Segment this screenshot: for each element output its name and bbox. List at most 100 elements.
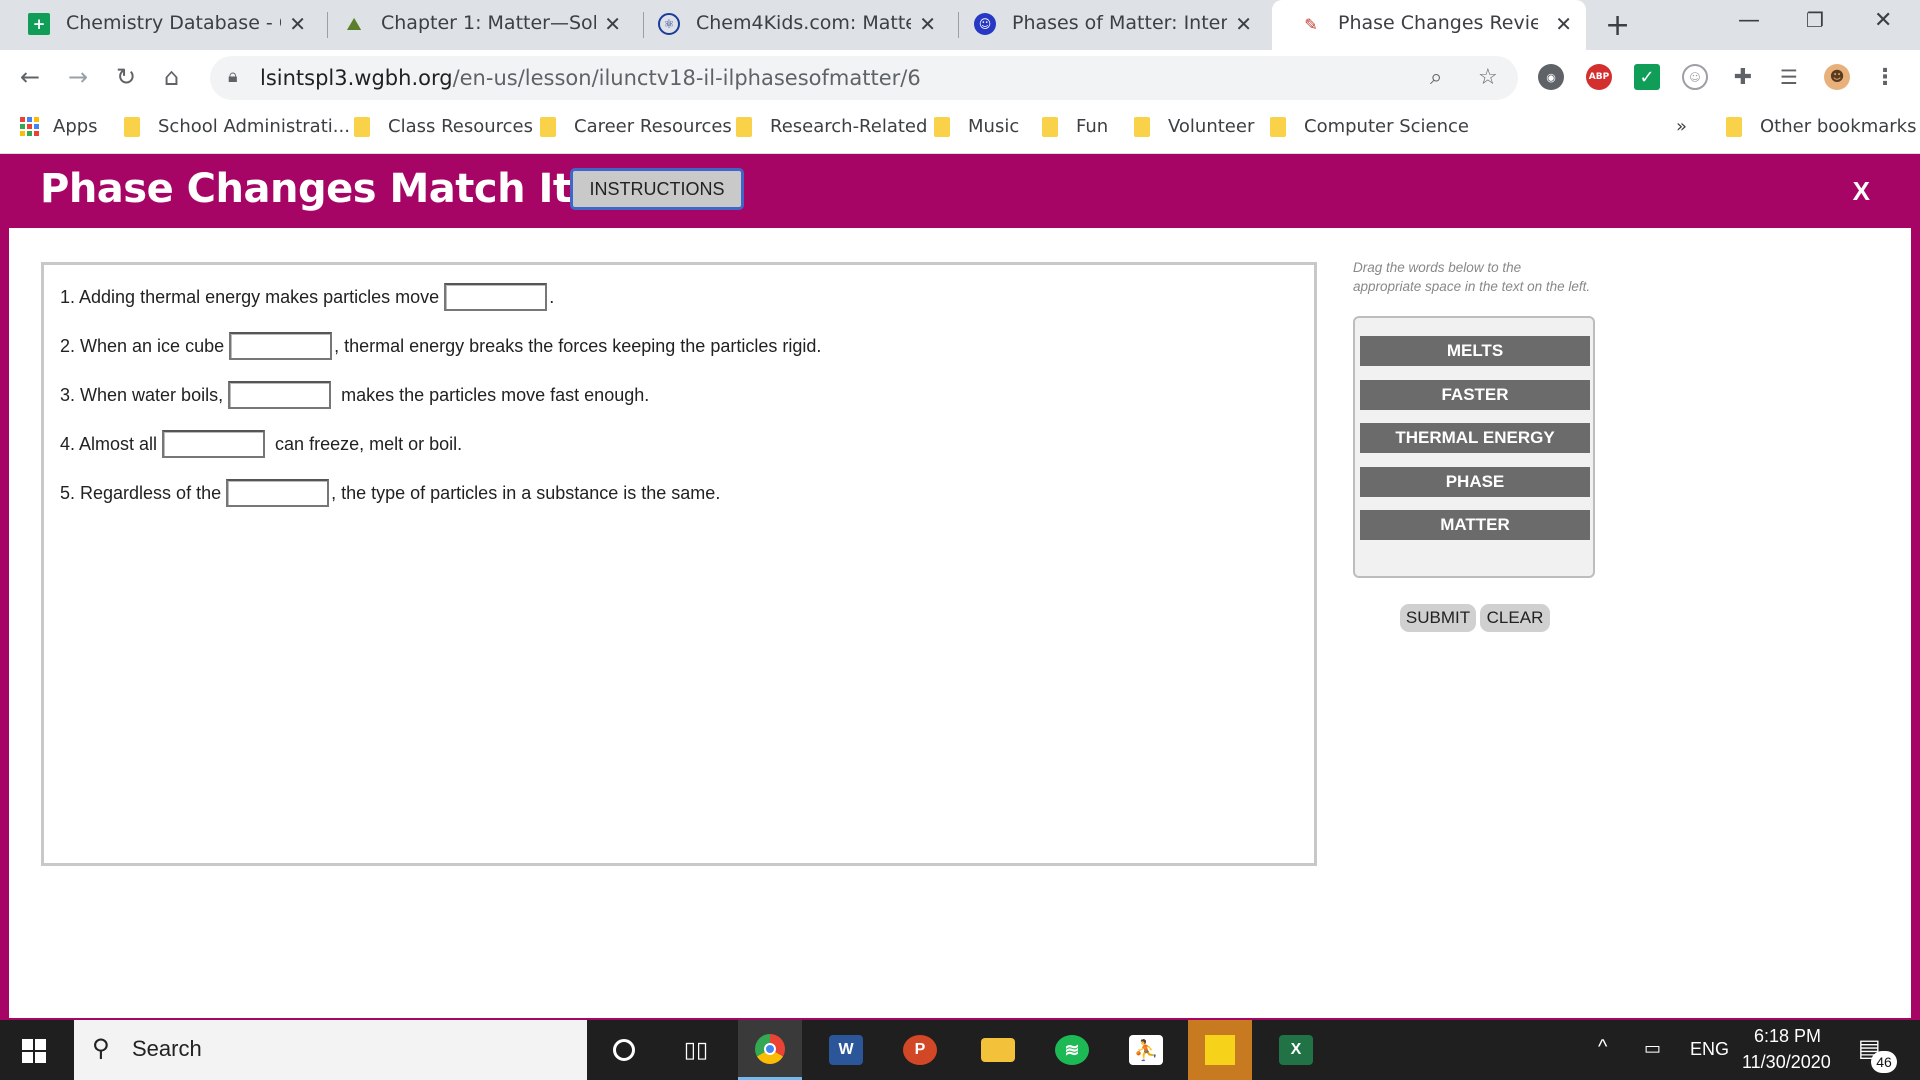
chrome-icon[interactable] [738,1020,802,1080]
drop-blank-4[interactable] [162,430,266,458]
bookmark-folder[interactable]: School Administrati... [124,116,350,137]
bookmark-folder[interactable]: Computer Science [1270,116,1469,137]
bookmark-star-icon[interactable]: ☆ [1478,65,1498,90]
extension-icon[interactable]: ☺ [1682,64,1708,90]
bookmarks-overflow-button[interactable]: » [1676,116,1687,137]
word-tile-thermal-energy[interactable]: THERMAL ENERGY [1360,423,1590,453]
extension-icon[interactable]: ◉ [1538,64,1564,90]
taskbar-search-box[interactable]: ⚲ Search [74,1020,587,1080]
question-text: 2. When an ice cube [60,335,225,356]
bookmarks-bar: Apps School Administrati... Class Resour… [0,106,1920,154]
drop-blank-2[interactable] [229,332,333,360]
folder-icon [540,116,556,137]
drop-blank-3[interactable] [228,381,332,409]
tray-chevron-icon[interactable]: ^ [1598,1036,1607,1059]
chem4kids-icon: ⚛ [658,13,680,35]
kindle-icon[interactable]: ⛹ [1114,1020,1178,1080]
excel-icon[interactable]: X [1264,1020,1328,1080]
bookmark-label: Fun [1076,116,1109,137]
close-icon[interactable]: ✕ [604,12,621,36]
browser-tab-bar: + Chemistry Database - Goog ✕ ⛰ Chapter … [0,0,1920,50]
home-button[interactable]: ⌂ [164,63,179,91]
pbs-icon: ☺ [974,13,996,35]
tab-title: Chapter 1: Matter—Solids, L [381,12,596,34]
word-icon[interactable]: W [814,1020,878,1080]
drop-blank-5[interactable] [226,479,330,507]
address-bar[interactable]: 🔒︎ lsintspl3.wgbh.org/en-us/lesson/ilunc… [210,56,1518,100]
close-icon[interactable]: ✕ [1555,12,1572,36]
word-tile-melts[interactable]: MELTS [1360,336,1590,366]
sticky-notes-icon[interactable] [1188,1020,1252,1080]
tab-chemistry-database[interactable]: + Chemistry Database - Goog ✕ [0,0,320,50]
question-5: 5. Regardless of the , the type of parti… [60,479,720,507]
bookmark-label: Class Resources [388,116,534,137]
notification-count-badge: 46 [1871,1051,1897,1073]
tab-chem4kids[interactable]: ⚛ Chem4Kids.com: Matter: De ✕ [630,0,950,50]
close-window-button[interactable]: ✕ [1874,8,1892,33]
close-icon[interactable]: ✕ [289,12,306,36]
media-control-icon[interactable]: ☰ [1776,64,1802,90]
close-activity-button[interactable]: X [1853,176,1870,207]
task-view-icon[interactable]: ▯▯ [664,1020,728,1080]
menu-icon[interactable]: ⋮ [1872,64,1898,90]
word-tile-phase[interactable]: PHASE [1360,467,1590,497]
profile-avatar[interactable]: ☻ [1824,64,1850,90]
file-explorer-icon[interactable] [966,1020,1030,1080]
url-text: lsintspl3.wgbh.org/en-us/lesson/ilunctv1… [260,66,921,90]
lock-icon: 🔒︎ [228,66,238,87]
submit-button[interactable]: SUBMIT [1400,604,1476,632]
bookmark-folder[interactable]: Career Resources [540,116,732,137]
clock-date[interactable]: 11/30/2020 [1742,1052,1831,1073]
close-icon[interactable]: ✕ [1235,12,1252,36]
spotify-icon[interactable]: ≋ [1040,1020,1104,1080]
back-button[interactable]: ← [20,63,40,91]
extensions-puzzle-icon[interactable]: ✚ [1730,64,1756,90]
battery-icon[interactable]: ▭ [1644,1038,1661,1059]
cortana-icon[interactable] [592,1020,656,1080]
new-tab-button[interactable]: + [1605,8,1630,43]
bookmark-label: Volunteer [1168,116,1255,137]
match-it-activity: Phase Changes Match It INSTRUCTIONS X 1.… [0,154,1920,1020]
adblock-icon[interactable]: ABP [1586,64,1612,90]
word-tile-matter[interactable]: MATTER [1360,510,1590,540]
bookmark-folder[interactable]: Research-Related [736,116,927,137]
reload-button[interactable]: ↻ [116,63,136,91]
zoom-icon[interactable]: ⌕ [1430,65,1442,90]
other-bookmarks[interactable]: Other bookmarks [1726,116,1916,137]
folder-icon [736,116,752,137]
bookmark-folder[interactable]: Music [934,116,1019,137]
bookmark-folder[interactable]: Class Resources [354,116,533,137]
question-text: 5. Regardless of the [60,482,222,503]
tab-title: Chem4Kids.com: Matter: De [696,12,911,34]
folder-icon [1726,116,1742,137]
question-text: , the type of particles in a substance i… [331,482,721,503]
instructions-button[interactable]: INSTRUCTIONS [570,168,744,210]
windows-start-icon[interactable] [22,1039,46,1063]
forward-button[interactable]: → [68,63,88,91]
checkmark-extension-icon[interactable]: ✓ [1634,64,1660,90]
tab-chapter-1[interactable]: ⛰ Chapter 1: Matter—Solids, L ✕ [315,0,635,50]
drag-hint: Drag the words below to the appropriate … [1353,260,1591,294]
tab-phase-changes-review[interactable]: ✎ Phase Changes Review : ✕ [1272,0,1586,50]
folder-icon [124,116,140,137]
language-indicator[interactable]: ENG [1690,1039,1729,1060]
page-title: Phase Changes Match It [40,166,572,212]
bookmark-folder[interactable]: Fun [1042,116,1108,137]
clear-button[interactable]: CLEAR [1480,604,1550,632]
bookmark-label: School Administrati... [158,116,350,137]
bookmark-folder[interactable]: Volunteer [1134,116,1254,137]
restore-button[interactable]: ❐ [1806,8,1824,32]
bookmark-label: Computer Science [1304,116,1469,137]
bookmark-apps[interactable]: Apps [20,116,98,137]
loading-icon: ✎ [1304,14,1318,34]
clock-time[interactable]: 6:18 PM [1754,1026,1821,1047]
folder-icon [1042,116,1058,137]
close-icon[interactable]: ✕ [919,12,936,36]
powerpoint-icon[interactable]: P [888,1020,952,1080]
word-tile-faster[interactable]: FASTER [1360,380,1590,410]
activity-panel: 1. Adding thermal energy makes particles… [9,228,1911,1018]
drop-blank-1[interactable] [444,283,548,311]
tab-phases-of-matter[interactable]: ☺ Phases of Matter: Interactiv ✕ [946,0,1266,50]
minimize-button[interactable]: — [1738,8,1760,33]
tab-title: Chemistry Database - Goog [66,12,281,34]
